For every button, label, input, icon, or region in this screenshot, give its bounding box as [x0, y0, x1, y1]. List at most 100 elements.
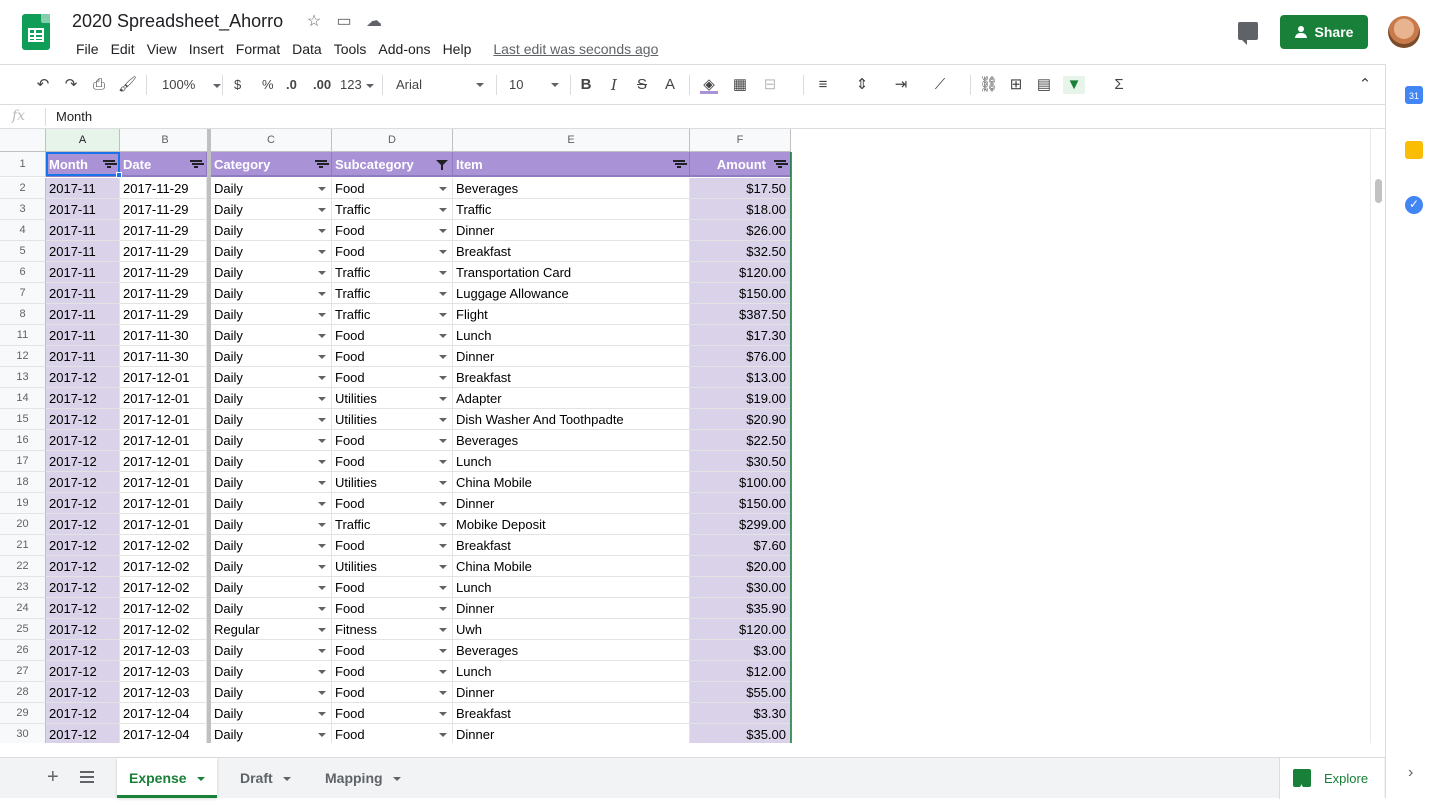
- table-cell[interactable]: $26.00: [690, 220, 791, 241]
- table-cell[interactable]: 2017-12-01: [120, 409, 207, 430]
- dropdown-chevron-icon[interactable]: [439, 397, 447, 401]
- dropdown-chevron-icon[interactable]: [318, 460, 326, 464]
- tab-mapping[interactable]: Mapping: [313, 758, 413, 798]
- column-header-f[interactable]: F: [690, 129, 791, 152]
- table-cell[interactable]: Dinner: [453, 493, 690, 514]
- table-cell[interactable]: Daily: [211, 724, 332, 743]
- table-cell[interactable]: $12.00: [690, 661, 791, 682]
- font-size-select[interactable]: 10: [509, 75, 561, 95]
- dropdown-chevron-icon[interactable]: [318, 670, 326, 674]
- table-cell[interactable]: Beverages: [453, 640, 690, 661]
- table-cell[interactable]: 2017-11: [46, 178, 120, 199]
- table-cell[interactable]: Dish Washer And Toothpadte: [453, 409, 690, 430]
- table-cell[interactable]: Transportation Card: [453, 262, 690, 283]
- document-title[interactable]: 2020 Spreadsheet_Ahorro: [72, 11, 283, 32]
- dropdown-chevron-icon[interactable]: [439, 229, 447, 233]
- table-cell[interactable]: Daily: [211, 346, 332, 367]
- table-cell[interactable]: 2017-12-01: [120, 430, 207, 451]
- functions-icon[interactable]: Σ: [1110, 76, 1128, 94]
- table-cell[interactable]: Food: [332, 325, 453, 346]
- table-cell[interactable]: $17.50: [690, 178, 791, 199]
- table-cell[interactable]: Food: [332, 598, 453, 619]
- table-cell[interactable]: Daily: [211, 220, 332, 241]
- row-header[interactable]: 29: [0, 703, 46, 724]
- row-header[interactable]: 13: [0, 367, 46, 388]
- table-cell[interactable]: $150.00: [690, 493, 791, 514]
- table-cell[interactable]: 2017-11: [46, 304, 120, 325]
- table-cell[interactable]: China Mobile: [453, 556, 690, 577]
- table-cell[interactable]: 2017-11-29: [120, 304, 207, 325]
- table-cell[interactable]: Lunch: [453, 325, 690, 346]
- table-cell[interactable]: 2017-11: [46, 220, 120, 241]
- dropdown-chevron-icon[interactable]: [439, 691, 447, 695]
- dropdown-chevron-icon[interactable]: [439, 271, 447, 275]
- table-cell[interactable]: Daily: [211, 304, 332, 325]
- dropdown-chevron-icon[interactable]: [439, 565, 447, 569]
- table-cell[interactable]: Uwh: [453, 619, 690, 640]
- text-wrapping-icon[interactable]: ⇥: [892, 76, 910, 94]
- table-cell[interactable]: Lunch: [453, 577, 690, 598]
- calendar-icon[interactable]: 31: [1405, 86, 1423, 104]
- table-cell[interactable]: Adapter: [453, 388, 690, 409]
- table-cell[interactable]: Daily: [211, 409, 332, 430]
- table-cell[interactable]: 2017-11: [46, 262, 120, 283]
- table-cell[interactable]: 2017-11-29: [120, 241, 207, 262]
- row-header[interactable]: 27: [0, 661, 46, 682]
- table-cell[interactable]: Daily: [211, 283, 332, 304]
- header-cell-category[interactable]: Category: [211, 152, 332, 177]
- table-cell[interactable]: Breakfast: [453, 703, 690, 724]
- table-cell[interactable]: Daily: [211, 388, 332, 409]
- menu-file[interactable]: File: [70, 40, 105, 58]
- tab-expense[interactable]: Expense: [117, 758, 217, 798]
- table-cell[interactable]: 2017-11-30: [120, 346, 207, 367]
- row-header[interactable]: 6: [0, 262, 46, 283]
- table-cell[interactable]: $22.50: [690, 430, 791, 451]
- table-cell[interactable]: 2017-12-03: [120, 682, 207, 703]
- last-edit-link[interactable]: Last edit was seconds ago: [487, 40, 664, 58]
- bold-icon[interactable]: B: [577, 76, 595, 94]
- table-cell[interactable]: 2017-11-29: [120, 283, 207, 304]
- table-cell[interactable]: Daily: [211, 451, 332, 472]
- menu-add-ons[interactable]: Add-ons: [372, 40, 436, 58]
- table-cell[interactable]: 2017-12: [46, 535, 120, 556]
- table-cell[interactable]: Breakfast: [453, 367, 690, 388]
- table-cell[interactable]: $17.30: [690, 325, 791, 346]
- table-cell[interactable]: 2017-12: [46, 451, 120, 472]
- dropdown-chevron-icon[interactable]: [318, 250, 326, 254]
- move-folder-icon[interactable]: ▭: [335, 13, 353, 31]
- table-cell[interactable]: Breakfast: [453, 241, 690, 262]
- vertical-align-icon[interactable]: ⇕: [853, 76, 871, 94]
- formula-input[interactable]: Month: [56, 109, 92, 124]
- horizontal-align-icon[interactable]: ≡: [814, 76, 832, 94]
- table-cell[interactable]: Daily: [211, 682, 332, 703]
- redo-icon[interactable]: ↷: [62, 76, 80, 94]
- table-cell[interactable]: Daily: [211, 598, 332, 619]
- table-cell[interactable]: Utilities: [332, 388, 453, 409]
- column-header-c[interactable]: C: [211, 129, 332, 152]
- font-select[interactable]: Arial: [396, 75, 486, 95]
- table-cell[interactable]: 2017-12-02: [120, 535, 207, 556]
- table-cell[interactable]: Daily: [211, 367, 332, 388]
- table-cell[interactable]: $299.00: [690, 514, 791, 535]
- sheet-grid[interactable]: A B C D E F 1 Month Date Category Subcategory Item A…: [0, 129, 1370, 743]
- menu-tools[interactable]: Tools: [328, 40, 373, 58]
- tab-draft[interactable]: Draft: [228, 758, 303, 798]
- table-cell[interactable]: Utilities: [332, 472, 453, 493]
- more-formats-select[interactable]: 123: [340, 75, 374, 95]
- table-cell[interactable]: 2017-12: [46, 556, 120, 577]
- row-header[interactable]: 21: [0, 535, 46, 556]
- dropdown-chevron-icon[interactable]: [318, 418, 326, 422]
- dropdown-chevron-icon[interactable]: [439, 355, 447, 359]
- star-icon[interactable]: ☆: [305, 13, 323, 31]
- header-cell-subcategory[interactable]: Subcategory: [332, 152, 453, 177]
- row-header[interactable]: 26: [0, 640, 46, 661]
- filter-icon[interactable]: ▼: [1063, 76, 1085, 94]
- row-header[interactable]: 20: [0, 514, 46, 535]
- table-cell[interactable]: Dinner: [453, 682, 690, 703]
- table-cell[interactable]: Breakfast: [453, 535, 690, 556]
- table-cell[interactable]: Dinner: [453, 346, 690, 367]
- table-cell[interactable]: $18.00: [690, 199, 791, 220]
- menu-data[interactable]: Data: [286, 40, 328, 58]
- table-cell[interactable]: Food: [332, 346, 453, 367]
- row-header[interactable]: 19: [0, 493, 46, 514]
